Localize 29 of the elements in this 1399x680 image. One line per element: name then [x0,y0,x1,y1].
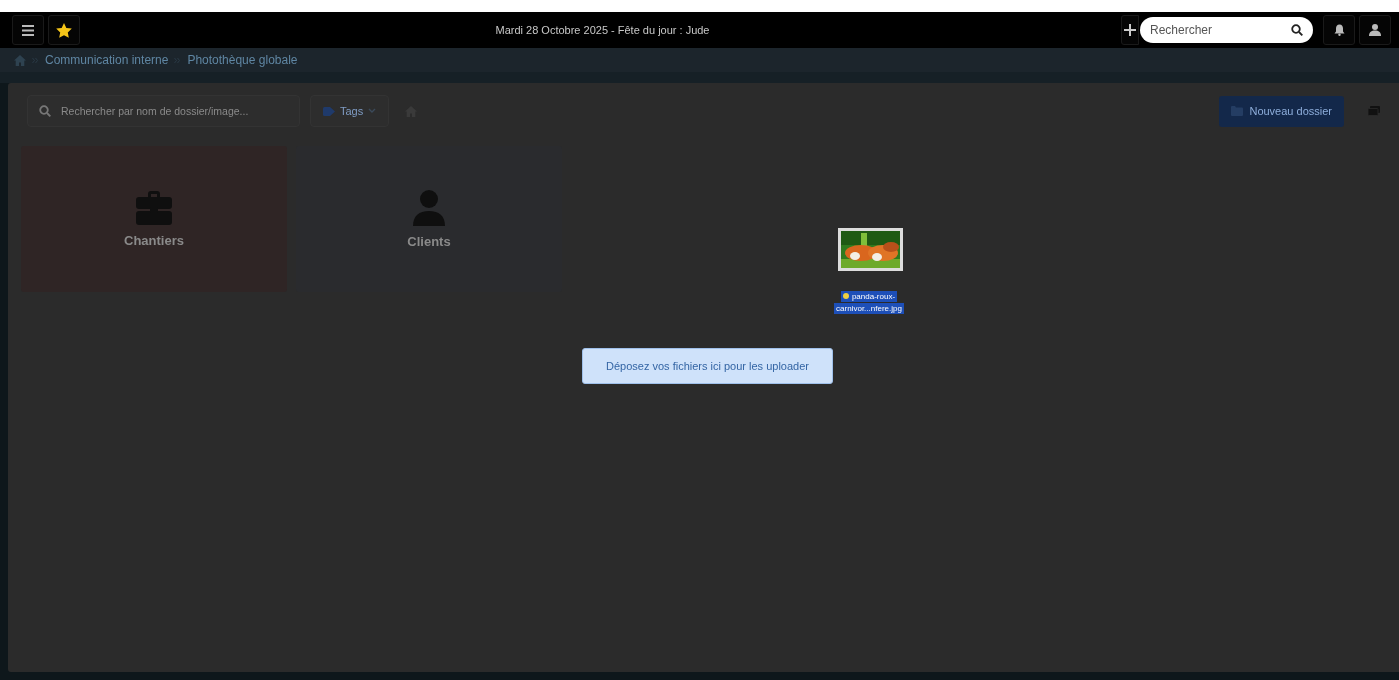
bell-icon [1333,24,1345,36]
date-text: Mardi 28 Octobre 2025 - Fête du jour : Jude [494,24,711,36]
menu-icon [22,24,34,36]
folder-plus-icon [1231,106,1244,116]
chevron-icon [368,108,377,114]
breadcrumb-link[interactable]: Photothèque globale [187,53,298,67]
gallery-icon [1368,106,1380,116]
star-icon [56,22,72,38]
notifications-button[interactable] [1323,15,1355,45]
menu-button[interactable] [12,15,44,45]
person-icon [413,189,445,226]
breadcrumb-link[interactable]: Communication interne [45,53,169,67]
account-button[interactable] [1359,15,1391,45]
tags-dropdown[interactable]: Tags [310,95,390,127]
home-icon [14,54,26,66]
folder-card[interactable]: Chantiers [21,146,287,292]
search-icon [1291,24,1303,36]
file-name-label: panda-roux-carnivor...nfere.jpg [833,291,905,315]
status-dot [842,293,849,299]
drop-zone-message: Déposez vos fichiers ici pour les uploader [582,348,833,384]
new-folder-button[interactable]: Nouveau dossier [1219,95,1344,127]
add-button[interactable] [1121,15,1139,45]
tag-icon [323,106,335,116]
folder-search-field[interactable]: Rechercher par nom de dossier/image... [27,95,300,127]
plus-icon [1124,24,1136,36]
favorites-button[interactable] [48,15,80,45]
search-field[interactable]: Rechercher [1140,17,1313,43]
briefcase-icon [136,190,172,225]
user-icon [1369,24,1381,36]
